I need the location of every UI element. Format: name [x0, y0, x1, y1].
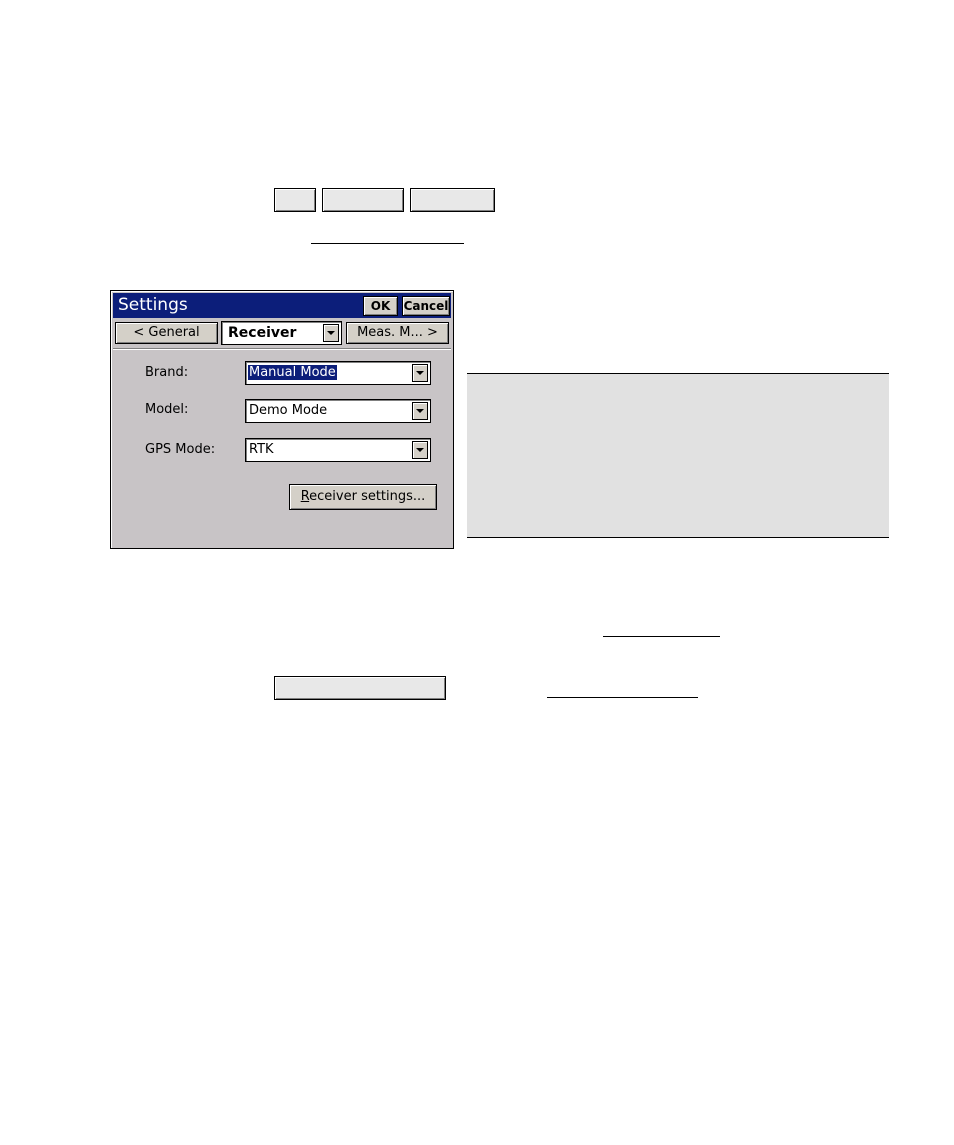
doc-key-button-1 — [274, 188, 316, 212]
doc-key-button-3 — [410, 188, 495, 212]
gps-mode-label: GPS Mode: — [145, 442, 216, 457]
model-select[interactable]: Demo Mode — [245, 399, 431, 423]
gps-mode-select[interactable]: RTK — [245, 438, 431, 462]
doc-underline-1 — [311, 243, 464, 244]
brand-value: Manual Mode — [248, 365, 337, 380]
receiver-settings-button[interactable]: Receiver settings... — [289, 484, 437, 510]
receiver-settings-label: eceiver settings... — [309, 489, 426, 504]
divider — [113, 348, 451, 350]
model-value: Demo Mode — [249, 403, 328, 418]
doc-key-button-4 — [274, 676, 446, 700]
model-label: Model: — [145, 402, 189, 417]
chevron-down-icon[interactable] — [412, 364, 428, 382]
title-bar: Settings OK Cancel — [113, 293, 451, 318]
doc-underline-2 — [603, 636, 720, 637]
chevron-down-icon[interactable] — [323, 324, 339, 342]
prev-tab-button[interactable]: < General — [115, 322, 218, 344]
ok-button[interactable]: OK — [363, 296, 398, 316]
doc-key-button-2 — [322, 188, 404, 212]
gps-mode-value: RTK — [249, 442, 274, 457]
doc-underline-3 — [547, 697, 698, 698]
note-box — [467, 373, 889, 538]
chevron-down-icon[interactable] — [412, 441, 428, 459]
settings-dialog: Settings OK Cancel < General Receiver Me… — [110, 290, 454, 549]
dialog-title: Settings — [118, 295, 188, 315]
brand-label: Brand: — [145, 365, 189, 380]
tab-selector[interactable]: Receiver — [221, 321, 342, 345]
cancel-button[interactable]: Cancel — [402, 296, 450, 316]
brand-select[interactable]: Manual Mode — [245, 361, 431, 385]
tab-selector-label: Receiver — [228, 325, 297, 341]
receiver-settings-mnemonic: R — [300, 489, 310, 504]
next-tab-button[interactable]: Meas. M... > — [346, 322, 449, 344]
chevron-down-icon[interactable] — [412, 402, 428, 420]
